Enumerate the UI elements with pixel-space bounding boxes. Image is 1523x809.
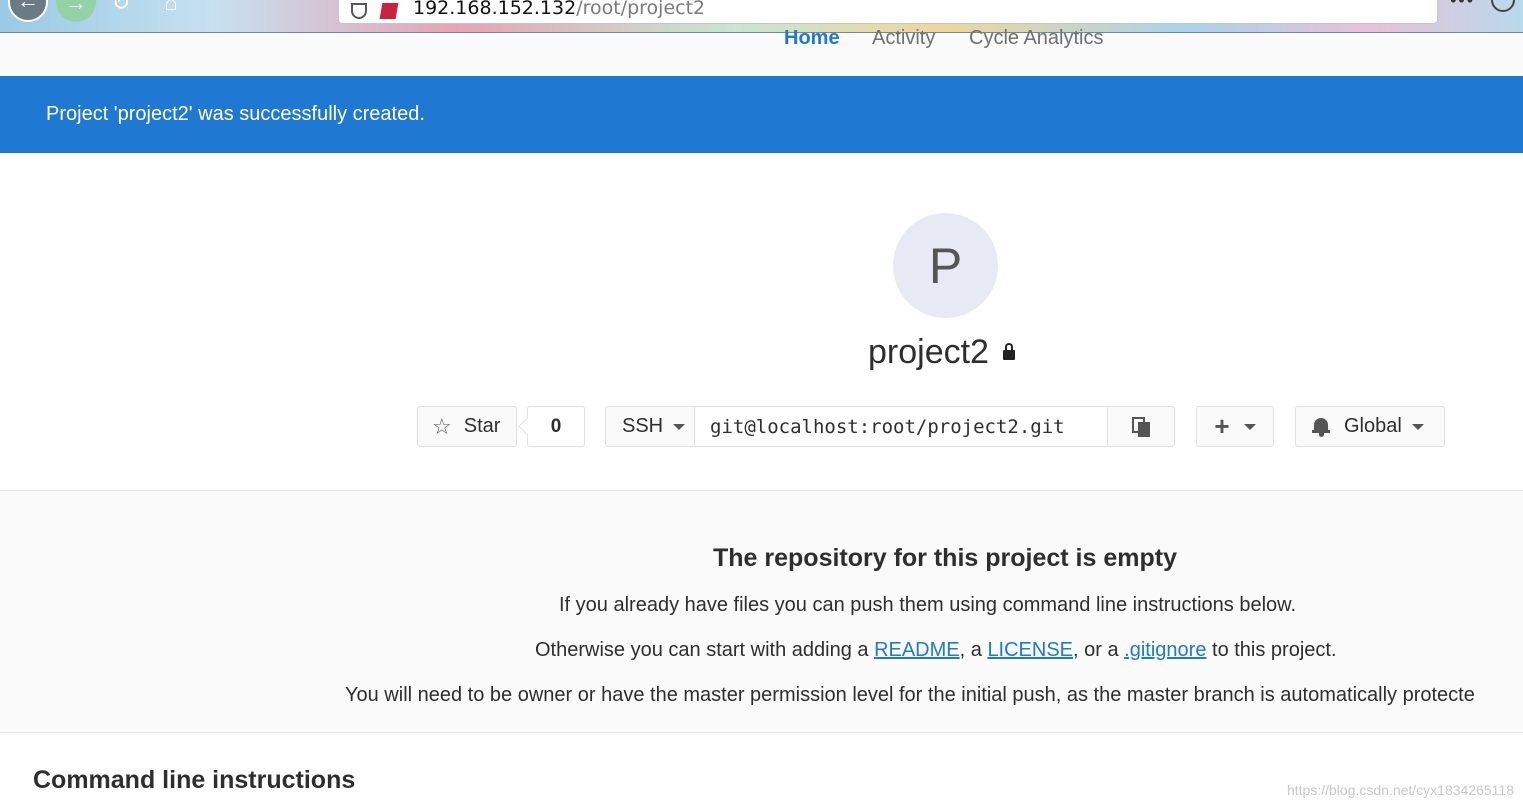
home-button[interactable]: ⌂ xyxy=(156,0,186,22)
tab-activity[interactable]: Activity xyxy=(872,27,935,50)
gitignore-link[interactable]: .gitignore xyxy=(1124,639,1206,661)
chevron-down-icon xyxy=(1243,423,1256,430)
forward-button[interactable]: → xyxy=(56,0,96,22)
url-path: /root/project2 xyxy=(576,0,706,19)
plus-icon: + xyxy=(1214,411,1230,441)
avatar-letter: P xyxy=(928,237,963,294)
star-count[interactable]: 0 xyxy=(527,406,585,447)
star-label: Star xyxy=(463,415,501,437)
project-avatar: P xyxy=(893,213,998,318)
flash-message: Project 'project2' was successfully crea… xyxy=(46,103,425,125)
empty-repo-line-3: You will need to be owner or have the ma… xyxy=(345,684,1475,706)
tab-home[interactable]: Home xyxy=(784,27,840,50)
license-link[interactable]: LICENSE xyxy=(987,639,1073,661)
lock-icon xyxy=(1002,342,1015,360)
reload-button[interactable]: ↻ xyxy=(106,0,136,22)
new-item-dropdown[interactable]: + xyxy=(1196,406,1274,447)
flash-notice: Project 'project2' was successfully crea… xyxy=(0,76,1523,153)
extension-icon[interactable] xyxy=(1491,0,1515,12)
cli-instructions-title: Command line instructions xyxy=(33,766,356,794)
empty-repo-line-2: Otherwise you can start with adding a RE… xyxy=(535,639,1337,662)
notification-dropdown[interactable]: Global xyxy=(1295,406,1445,447)
url-host: 192.168.152.132 xyxy=(413,0,577,19)
bell-icon xyxy=(1312,417,1330,437)
star-icon: ☆ xyxy=(432,413,452,439)
project-nav-tabs: Home Activity Cycle Analytics xyxy=(0,27,1523,76)
clone-protocol-label: SSH xyxy=(622,415,664,437)
clone-url-field[interactable]: git@localhost:root/project2.git xyxy=(694,406,1108,447)
line2-sep-2: , or a xyxy=(1073,639,1125,661)
address-bar[interactable]: 192.168.152.132/root/project2 xyxy=(338,0,1438,24)
line2-prefix: Otherwise you can start with adding a xyxy=(535,639,875,661)
watermark: https://blog.csdn.net/cyx1834265118 xyxy=(1286,782,1514,798)
notification-level: Global xyxy=(1344,415,1402,437)
copy-url-button[interactable] xyxy=(1107,406,1175,447)
project-title: project2 xyxy=(868,333,1015,372)
readme-link[interactable]: README xyxy=(874,639,960,661)
clone-protocol-dropdown[interactable]: SSH xyxy=(605,406,695,447)
project-name: project2 xyxy=(868,333,989,371)
site-info-icon[interactable] xyxy=(379,3,399,19)
empty-repo-section: The repository for this project is empty… xyxy=(0,490,1523,733)
line2-suffix: to this project. xyxy=(1206,639,1337,661)
empty-repo-line-1: If you already have files you can push t… xyxy=(559,594,1297,616)
tab-cycle-analytics[interactable]: Cycle Analytics xyxy=(969,27,1104,50)
back-button[interactable]: ← xyxy=(8,0,48,22)
browser-toolbar: ← → ↻ ⌂ 192.168.152.132/root/project2 ••… xyxy=(0,0,1523,33)
star-button[interactable]: ☆ Star xyxy=(417,406,517,447)
star-count-value: 0 xyxy=(550,415,562,437)
shield-icon xyxy=(351,3,367,19)
clipboard-icon xyxy=(1132,416,1150,437)
empty-repo-title: The repository for this project is empty xyxy=(713,544,1177,572)
chevron-down-icon xyxy=(673,423,686,430)
more-menu-icon[interactable]: ••• xyxy=(1450,0,1475,11)
chevron-down-icon xyxy=(1411,423,1424,430)
clone-url-value: git@localhost:root/project2.git xyxy=(710,415,1065,438)
line2-sep-1: , a xyxy=(959,639,988,661)
